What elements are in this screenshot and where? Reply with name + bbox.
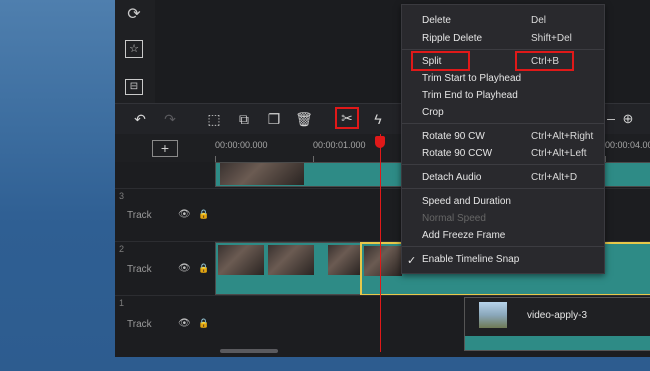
menu-divider <box>402 164 604 165</box>
context-menu: Delete Del Ripple Delete Shift+Del Split… <box>401 4 605 274</box>
eye-icon[interactable]: 👁 <box>178 209 191 220</box>
timeline-scrollbar[interactable] <box>220 349 278 353</box>
menu-divider <box>402 49 604 50</box>
menu-divider <box>402 123 604 124</box>
menu-item-normal-speed: Normal Speed <box>422 213 486 224</box>
add-track-button[interactable]: + <box>152 140 178 157</box>
left-tool-panel: ⟳ ☆ ⊟ <box>115 0 156 103</box>
track-number: 3 <box>119 191 125 201</box>
menu-item-trim-end[interactable]: Trim End to Playhead <box>422 90 518 101</box>
ruler-time-0: 00:00:00.000 <box>215 140 268 150</box>
track-label: Track <box>127 264 152 275</box>
shortcut-ripple-delete: Shift+Del <box>531 33 572 44</box>
shortcut-rotate-cw: Ctrl+Alt+Right <box>531 131 594 142</box>
clip-thumbnail <box>364 246 402 276</box>
playhead-handle[interactable] <box>375 136 385 148</box>
lock-icon[interactable]: 🔒 <box>198 263 209 274</box>
track-label: Track <box>127 210 152 221</box>
menu-item-split[interactable]: Split <box>422 56 441 67</box>
menu-item-freeze-frame[interactable]: Add Freeze Frame <box>422 230 505 241</box>
delete-icon[interactable]: 🗑 <box>293 108 315 130</box>
eye-icon[interactable]: 👁 <box>178 318 191 329</box>
check-icon: ✓ <box>407 255 417 267</box>
video-clip[interactable]: video-apply-3 <box>464 297 650 351</box>
menu-divider <box>402 246 604 247</box>
clip-thumbnail <box>220 163 304 185</box>
clip-thumbnail <box>218 245 264 275</box>
menu-divider <box>402 188 604 189</box>
ruler-time-2: 00:00:04.00 <box>605 140 650 150</box>
shortcut-split: Ctrl+B <box>531 56 560 67</box>
shortcut-delete: Del <box>531 15 547 26</box>
menu-item-delete[interactable]: Delete <box>422 15 451 26</box>
crop-frame-icon[interactable]: ⬚ <box>203 108 225 130</box>
refresh-icon[interactable]: ⟳ <box>123 4 145 26</box>
video-clip[interactable] <box>215 242 362 295</box>
menu-item-timeline-snap[interactable]: Enable Timeline Snap <box>422 254 519 265</box>
sticker-icon[interactable]: ☆ <box>125 40 143 58</box>
menu-item-crop[interactable]: Crop <box>422 107 444 118</box>
clip-thumbnail <box>328 245 360 275</box>
layout-icon[interactable]: ⊟ <box>125 79 143 95</box>
audio-waveform <box>465 336 650 350</box>
lock-icon[interactable]: 🔒 <box>198 209 209 220</box>
track-label: Track <box>127 319 152 330</box>
clip-thumbnail <box>479 302 507 328</box>
zoom-slider[interactable] <box>607 119 615 120</box>
lock-icon[interactable]: 🔒 <box>198 318 209 329</box>
menu-item-rotate-ccw[interactable]: Rotate 90 CCW <box>422 148 492 159</box>
clip-thumbnail <box>268 245 314 275</box>
clip-name: video-apply-3 <box>527 310 588 321</box>
menu-item-speed-duration[interactable]: Speed and Duration <box>422 196 511 207</box>
redo-icon[interactable]: ↷ <box>159 108 181 130</box>
undo-icon[interactable]: ↶ <box>129 108 151 130</box>
playhead-line[interactable] <box>380 134 381 352</box>
shortcut-rotate-ccw: Ctrl+Alt+Left <box>531 148 587 159</box>
track-number: 1 <box>119 298 125 308</box>
ruler-time-1: 00:00:01.000 <box>313 140 366 150</box>
menu-item-rotate-cw[interactable]: Rotate 90 CW <box>422 131 485 142</box>
eye-icon[interactable]: 👁 <box>178 263 191 274</box>
scissors-icon[interactable]: ✂ <box>335 107 359 129</box>
flash-icon[interactable]: ϟ <box>367 108 389 130</box>
menu-item-detach-audio[interactable]: Detach Audio <box>422 172 482 183</box>
track-number: 2 <box>119 244 125 254</box>
copy-icon[interactable]: ⧉ <box>233 108 255 130</box>
menu-item-ripple-delete[interactable]: Ripple Delete <box>422 33 482 44</box>
duplicate-icon[interactable]: ❐ <box>263 108 285 130</box>
shortcut-detach-audio: Ctrl+Alt+D <box>531 172 578 183</box>
menu-item-trim-start[interactable]: Trim Start to Playhead <box>422 73 521 84</box>
zoom-in-icon[interactable]: ⊕ <box>617 108 639 130</box>
